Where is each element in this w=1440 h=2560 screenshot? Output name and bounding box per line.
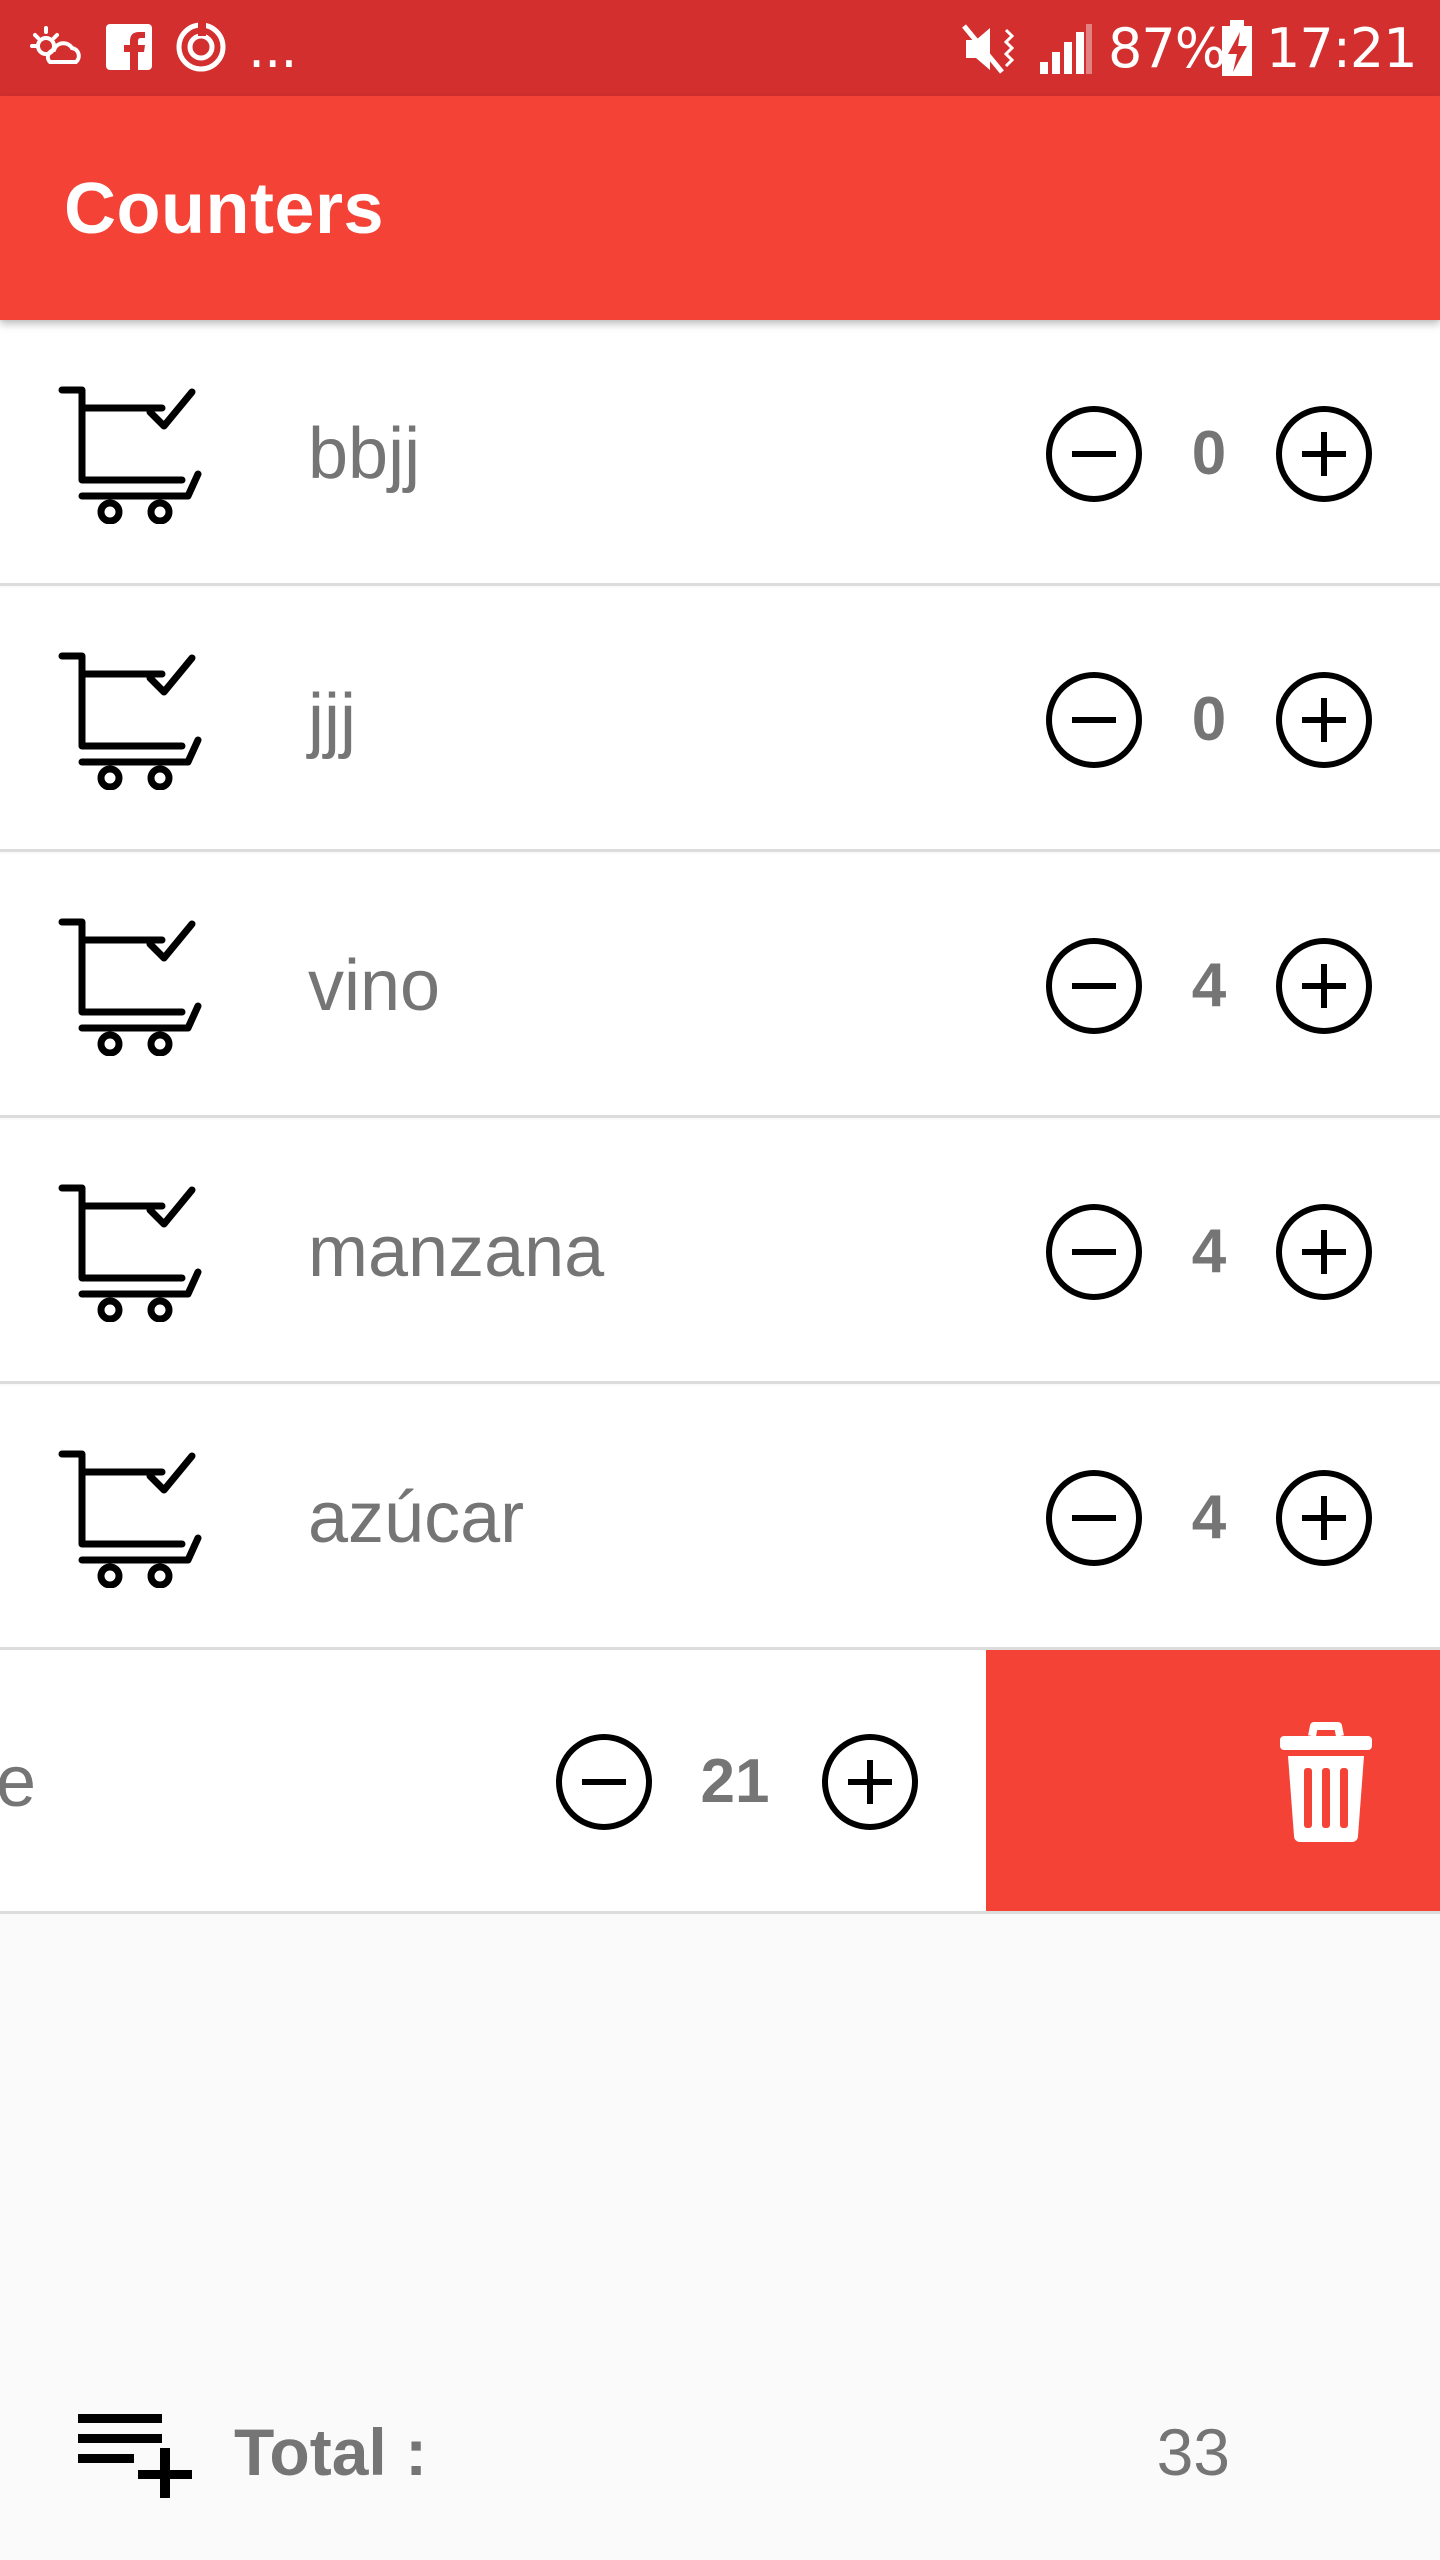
- page-title: Counters: [64, 169, 385, 249]
- list-item[interactable]: azúcar 4: [0, 1386, 1440, 1650]
- decrement-button[interactable]: [1044, 1202, 1144, 1302]
- cart-check-icon: [58, 384, 208, 525]
- increment-button[interactable]: [1274, 936, 1374, 1036]
- item-count: 4: [1191, 951, 1227, 1020]
- decrement-button[interactable]: [1044, 1468, 1144, 1568]
- clock: 17:21: [1266, 17, 1418, 80]
- item-name: vino: [308, 946, 441, 1026]
- cart-check-icon: [58, 1182, 208, 1323]
- item-count: 0: [1191, 685, 1227, 754]
- sync-icon: [174, 20, 228, 74]
- list-item[interactable]: manzana 4: [0, 1120, 1440, 1384]
- total-label: Total :: [234, 2415, 428, 2489]
- decrement-button[interactable]: [554, 1732, 654, 1832]
- playlist-add-icon[interactable]: [78, 2408, 194, 2498]
- item-count: 21: [700, 1747, 770, 1816]
- item-name: e: [0, 1650, 36, 1911]
- battery-charging-icon: [1220, 20, 1254, 78]
- delete-button[interactable]: [986, 1650, 1440, 1911]
- increment-button[interactable]: [1274, 404, 1374, 504]
- increment-button[interactable]: [820, 1732, 920, 1832]
- decrement-button[interactable]: [1044, 404, 1144, 504]
- weather-icon: [28, 22, 86, 74]
- cart-check-icon: [58, 916, 208, 1057]
- list-item[interactable]: bbjj 0: [0, 322, 1440, 586]
- facebook-icon: [106, 24, 152, 70]
- item-name: jjj: [308, 680, 356, 760]
- more-notifications: ...: [248, 17, 297, 80]
- signal-icon: [1038, 24, 1094, 74]
- item-count: 4: [1191, 1217, 1227, 1286]
- total-value: 33: [1156, 2415, 1230, 2489]
- list-item-swiped[interactable]: e 21: [0, 1650, 1440, 1914]
- cart-check-icon: [58, 1448, 208, 1589]
- decrement-button[interactable]: [1044, 670, 1144, 770]
- app-bar: Counters: [0, 96, 1440, 320]
- increment-button[interactable]: [1274, 670, 1374, 770]
- cart-check-icon: [58, 650, 208, 791]
- battery-percent: 87%: [1108, 17, 1226, 80]
- status-bar: ... 87% 17:21: [0, 0, 1440, 96]
- mute-icon: [962, 22, 1022, 76]
- item-name: manzana: [308, 1212, 605, 1292]
- decrement-button[interactable]: [1044, 936, 1144, 1036]
- item-count: 0: [1191, 419, 1227, 488]
- list-item[interactable]: vino 4: [0, 854, 1440, 1118]
- list-item[interactable]: jjj 0: [0, 588, 1440, 852]
- item-name: bbjj: [308, 414, 421, 494]
- item-name: azúcar: [308, 1478, 525, 1558]
- increment-button[interactable]: [1274, 1468, 1374, 1568]
- trash-icon: [1278, 1722, 1374, 1842]
- item-count: 4: [1191, 1483, 1227, 1552]
- increment-button[interactable]: [1274, 1202, 1374, 1302]
